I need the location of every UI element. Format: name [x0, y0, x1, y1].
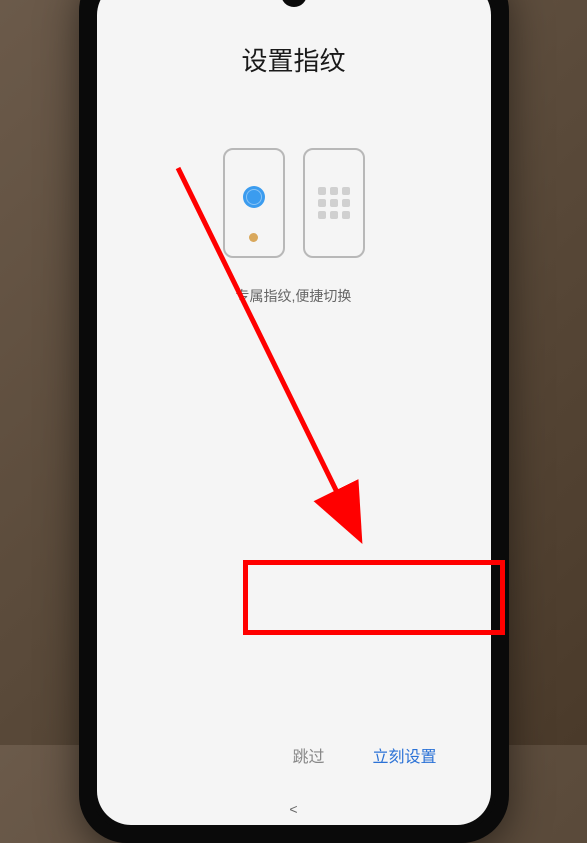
fingerprint-icon — [243, 186, 265, 208]
fingerprint-phone-icon — [223, 148, 285, 258]
phone-bezel: 设置指纹 专属指纹,便捷切换 — [91, 0, 497, 831]
skip-button[interactable]: 跳过 — [288, 735, 328, 775]
home-indicator-icon — [249, 233, 258, 242]
nav-bar: < — [97, 801, 491, 817]
setup-button[interactable]: 立刻设置 — [368, 735, 440, 775]
illustration — [117, 148, 471, 258]
phone-frame: 设置指纹 专属指纹,便捷切换 — [79, 0, 509, 843]
page-title: 设置指纹 — [117, 41, 471, 78]
content-area: 设置指纹 专属指纹,便捷切换 — [97, 11, 491, 825]
subtitle: 专属指纹,便捷切换 — [117, 286, 471, 306]
keypad-phone-icon — [303, 148, 365, 258]
keypad-icon — [318, 187, 350, 219]
screen: 设置指纹 专属指纹,便捷切换 — [97, 0, 491, 825]
back-icon[interactable]: < — [289, 801, 297, 817]
